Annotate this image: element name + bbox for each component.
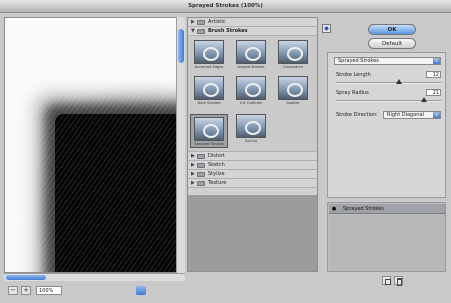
folder-icon — [197, 171, 205, 177]
effect-layers-empty-area — [329, 215, 445, 271]
spray-radius-slider[interactable] — [336, 97, 441, 102]
zoom-field[interactable]: 100% — [36, 286, 62, 295]
window-title: Sprayed Strokes (100%) — [0, 0, 451, 13]
folder-brush-strokes[interactable]: ▼ Brush Strokes — [188, 27, 317, 36]
filter-select[interactable]: Sprayed Strokes ⇕ — [334, 57, 441, 65]
filter-caption: Accented Edges — [194, 65, 224, 69]
folder-label: Stylize — [208, 171, 225, 177]
filter-thumb-crosshatch[interactable]: Crosshatch — [276, 40, 310, 72]
default-button[interactable]: Default — [368, 38, 416, 49]
filter-thumb-spatter[interactable]: Spatter — [276, 76, 310, 108]
filter-thumb-ink-outlines[interactable]: Ink Outlines — [234, 76, 268, 108]
spray-radius-field[interactable]: 21 — [426, 89, 441, 96]
preview-horizontal-scrollbar[interactable] — [4, 273, 185, 281]
folder-icon — [197, 162, 205, 168]
effect-layer-label: Sprayed Strokes — [343, 205, 384, 212]
brush-strokes-thumbnails: Accented Edges Angled Strokes Crosshatch… — [188, 36, 317, 152]
filter-thumbnail-image — [278, 76, 308, 100]
spray-radius-label: Spray Radius — [336, 90, 369, 96]
filter-caption: Spatter — [286, 101, 300, 105]
eye-icon[interactable]: ● — [329, 206, 339, 212]
spray-radius-slider-knob[interactable] — [421, 97, 428, 102]
stroke-length-label: Stroke Length — [336, 72, 371, 78]
filter-thumb-dark-strokes[interactable]: Dark Strokes — [192, 76, 226, 108]
filter-caption: Sumi-e — [244, 139, 258, 143]
filter-thumb-sprayed-strokes[interactable]: Sprayed Strokes — [190, 114, 228, 148]
effect-layer-row[interactable]: ● Sprayed Strokes — [329, 204, 445, 214]
filter-thumb-sumi-e[interactable]: Sumi-e — [234, 114, 268, 146]
filter-gallery: ▶ Artistic ▼ Brush Strokes Accented Edge… — [187, 17, 318, 272]
zoom-dropdown-button[interactable] — [136, 286, 146, 295]
effect-layers-panel: ● Sprayed Strokes — [327, 202, 446, 272]
collapse-icon: ◆ — [324, 25, 329, 32]
folder-sketch[interactable]: ▶ Sketch — [188, 161, 317, 170]
preview-stroke-texture — [5, 18, 179, 272]
folder-label: Texture — [208, 180, 227, 186]
filter-caption: Ink Outlines — [240, 101, 262, 105]
preview-vertical-scrollbar[interactable] — [176, 17, 185, 273]
horizontal-scroll-thumb[interactable] — [6, 275, 46, 280]
new-effect-layer-icon[interactable] — [382, 276, 391, 285]
stroke-direction-label: Stroke Direction: — [336, 112, 378, 118]
filter-thumb-accented-edges[interactable]: Accented Edges — [192, 40, 226, 72]
filter-thumbnail-image — [194, 117, 224, 141]
stroke-direction-value: Right Diagonal — [387, 112, 424, 118]
folder-stylize[interactable]: ▶ Stylize — [188, 170, 317, 179]
gallery-empty-area — [188, 195, 317, 271]
folder-texture[interactable]: ▶ Texture — [188, 179, 317, 188]
vertical-scroll-thumb[interactable] — [178, 29, 184, 63]
stroke-length-slider[interactable] — [336, 79, 441, 84]
folder-label: Sketch — [208, 162, 225, 168]
filter-select-value: Sprayed Strokes — [338, 58, 379, 64]
filter-caption: Crosshatch — [283, 65, 303, 69]
filter-caption: Angled Strokes — [237, 65, 265, 69]
folder-icon — [197, 153, 205, 159]
delete-effect-layer-icon[interactable] — [394, 276, 403, 286]
folder-label: Artistic — [208, 19, 226, 25]
filter-caption: Sprayed Strokes — [194, 142, 224, 146]
zoom-in-button[interactable]: + — [21, 286, 31, 295]
folder-label: Brush Strokes — [208, 28, 248, 34]
image-preview[interactable] — [4, 17, 180, 273]
ok-button[interactable]: OK — [368, 24, 416, 35]
folder-artistic[interactable]: ▶ Artistic — [188, 18, 317, 27]
filter-caption: Dark Strokes — [197, 101, 221, 105]
dropdown-arrow-icon: ⇕ — [433, 112, 440, 118]
folder-icon — [197, 28, 205, 34]
zoom-bar: − + 100% — [4, 284, 185, 298]
stroke-length-field[interactable]: 12 — [426, 71, 441, 78]
filter-thumbnail-image — [236, 40, 266, 64]
filter-thumb-angled-strokes[interactable]: Angled Strokes — [234, 40, 268, 72]
stroke-length-slider-knob[interactable] — [396, 79, 402, 84]
zoom-out-button[interactable]: − — [8, 286, 18, 295]
stroke-direction-select[interactable]: Right Diagonal ⇕ — [383, 111, 441, 119]
filter-thumbnail-image — [194, 40, 224, 64]
folder-icon — [197, 180, 205, 186]
dropdown-arrow-icon: ⇕ — [433, 58, 440, 64]
folder-icon — [197, 19, 205, 25]
filter-thumbnail-image — [236, 114, 266, 138]
filter-settings-panel: Sprayed Strokes ⇕ Stroke Length 12 Spray… — [327, 52, 446, 198]
filter-gallery-window: Sprayed Strokes (100%) − + 100% ▶ Artist… — [0, 0, 451, 303]
filter-thumbnail-image — [194, 76, 224, 100]
filter-thumbnail-image — [278, 40, 308, 64]
folder-label: Distort — [208, 153, 225, 159]
collapse-gallery-button[interactable]: ◆ — [322, 24, 331, 33]
filter-thumbnail-image — [236, 76, 266, 100]
folder-distort[interactable]: ▶ Distort — [188, 152, 317, 161]
